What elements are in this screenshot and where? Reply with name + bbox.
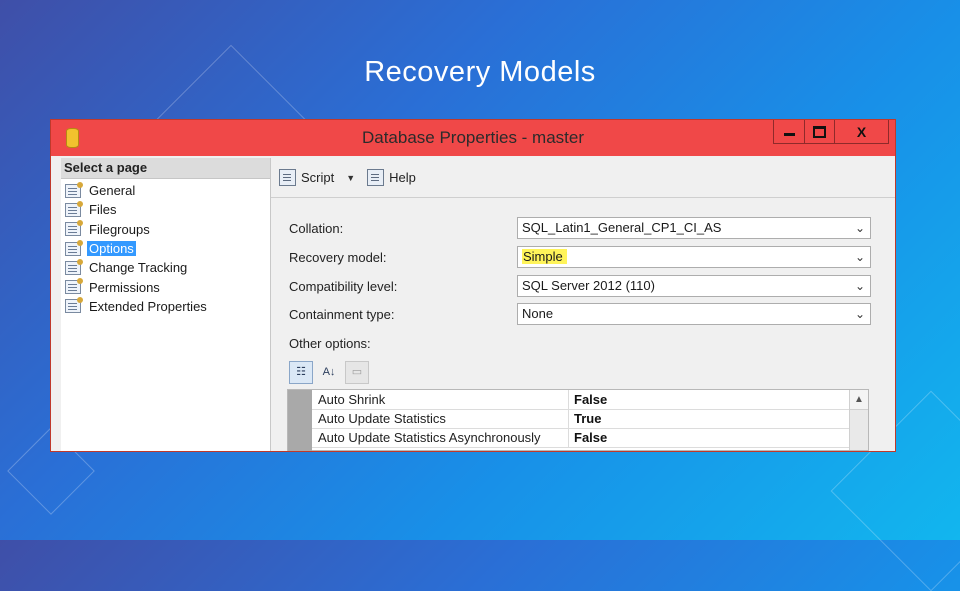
property-value: True [574,411,602,426]
grid-row-auto-update-statistics[interactable]: Auto Update Statistics True [312,409,850,429]
page-item-extended-properties[interactable]: Extended Properties [61,297,270,316]
grid-divider [568,409,569,428]
minimize-icon [783,133,795,136]
recovery-model-select[interactable]: Simple ⌄ [517,246,871,268]
page-item-label: Files [89,202,117,218]
compatibility-level-select[interactable]: SQL Server 2012 (110) ⌄ [517,275,871,297]
property-name: Auto Shrink [318,392,386,407]
chevron-down-icon: ⌄ [854,279,865,293]
page-item-label: Options [87,241,136,257]
page-item-label: General [89,183,136,199]
scroll-up-icon[interactable]: ▲ [850,390,868,410]
page-properties-icon [65,278,83,295]
window-title: Database Properties - master [361,128,585,147]
page-item-permissions[interactable]: Permissions [61,277,270,296]
page-properties-icon [65,181,83,198]
grid-toolbar: ☷ A↓ ▭ [289,361,373,385]
property-value: False [574,392,608,407]
containment-type-value: None [522,306,554,321]
script-dropdown-arrow-icon[interactable]: ▼ [346,173,355,183]
page-properties-icon [65,220,83,237]
grid-scrollbar[interactable]: ▲ [849,390,868,450]
help-icon [367,169,385,186]
slide-title: Recovery Models [364,56,596,88]
maximize-icon [813,125,826,138]
page-item-label: Filegroups [89,221,150,237]
page-item-general[interactable]: General [61,181,270,200]
select-page-header: Select a page [61,158,270,179]
help-button[interactable]: Help [389,170,416,185]
containment-type-row: Containment type: None ⌄ [271,303,895,327]
compatibility-level-value: SQL Server 2012 (110) [522,278,655,293]
grid-margin [288,390,312,451]
containment-type-select[interactable]: None ⌄ [517,303,871,325]
collation-select[interactable]: SQL_Latin1_General_CP1_CI_AS ⌄ [517,217,871,239]
recovery-model-label: Recovery model: [289,250,387,265]
page-list: General Files Filegroups Options Change … [61,179,270,316]
sort-az-icon: A↓ [322,366,336,378]
property-name: Auto Update Statistics [318,411,446,426]
database-properties-window: Database Properties - master X Select a … [50,119,896,452]
other-options-label: Other options: [289,336,371,351]
containment-type-label: Containment type: [289,307,395,322]
minimize-button[interactable] [773,120,805,144]
property-pages-button[interactable]: ▭ [345,361,369,384]
page-item-filegroups[interactable]: Filegroups [61,220,270,239]
page-item-label: Extended Properties [89,298,207,314]
page-item-change-tracking[interactable]: Change Tracking [61,258,270,277]
select-page-pane: Select a page General Files Filegroups O… [61,158,271,451]
categorized-sort-button[interactable]: ☷ [289,361,313,384]
grid-divider [568,428,569,447]
page-properties-icon [65,297,83,314]
page-item-options[interactable]: Options [61,239,270,258]
grid-divider [568,390,569,409]
grid-row-auto-update-statistics-async[interactable]: Auto Update Statistics Asynchronously Fa… [312,428,850,448]
chevron-down-icon: ⌄ [854,250,865,264]
property-value: False [574,430,608,445]
page-properties-icon [65,200,83,217]
chevron-down-icon: ⌄ [854,307,865,321]
title-bar[interactable]: Database Properties - master X [51,120,895,156]
window-controls: X [773,120,889,146]
collation-row: Collation: SQL_Latin1_General_CP1_CI_AS … [271,217,895,241]
chevron-down-icon: ⌄ [854,221,865,235]
property-grid: Auto Shrink False Auto Update Statistics… [287,389,869,451]
property-name: Auto Update Statistics Asynchronously [318,430,541,445]
grid-row-auto-shrink[interactable]: Auto Shrink False [312,390,850,410]
compatibility-level-row: Compatibility level: SQL Server 2012 (11… [271,275,895,299]
page-item-label: Permissions [89,279,160,295]
collation-value: SQL_Latin1_General_CP1_CI_AS [522,220,722,235]
script-icon [279,169,296,186]
alphabetical-sort-button[interactable]: A↓ [317,361,341,384]
page-item-files[interactable]: Files [61,200,270,219]
page-properties-icon [65,258,83,275]
compatibility-level-label: Compatibility level: [289,279,398,294]
page-properties-icon [65,239,83,256]
property-pages-icon: ▭ [351,366,363,378]
options-pane: Script ▼ Help Collation: SQL_Latin1_Gene… [271,158,895,451]
script-button[interactable]: Script [301,170,334,185]
collation-label: Collation: [289,221,344,236]
maximize-button[interactable] [805,120,835,144]
page-item-label: Change Tracking [89,260,188,276]
recovery-model-value: Simple [522,249,567,264]
toolbar: Script ▼ Help [271,158,895,198]
recovery-model-row: Recovery model: Simple ⌄ [271,246,895,270]
categorized-icon: ☷ [296,366,306,378]
close-button[interactable]: X [835,120,889,144]
